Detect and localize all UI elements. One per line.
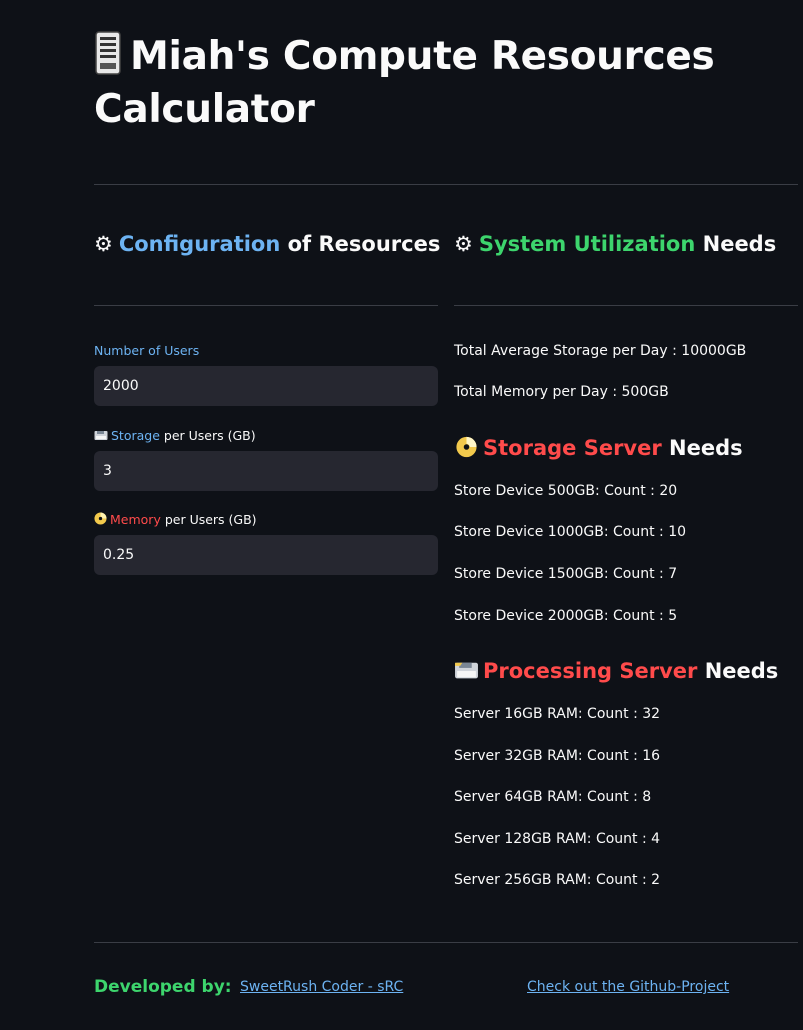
floppy-disk-icon [94, 431, 108, 440]
total-memory-text: Total Memory per Day : 500GB [454, 384, 669, 400]
server-ram-item: Server 256GB RAM: Count : 2 [454, 872, 661, 888]
page-title: Miah's Compute Resources Calculator [94, 30, 794, 136]
storage-server-heading: Storage Server Needs [454, 433, 743, 463]
floppy-disk-icon [455, 662, 478, 679]
server-ram-item: Server 16GB RAM: Count : 32 [454, 706, 661, 722]
total-storage-text: Total Average Storage per Day : 10000GB [454, 343, 747, 359]
storage-label: Storage per Users (GB) [94, 428, 256, 444]
storage-device-item: Store Device 1000GB: Count : 10 [454, 524, 687, 540]
memory-label: Memory per Users (GB) [94, 512, 257, 528]
processing-server-heading: Processing Server Needs [454, 656, 778, 686]
divider-top [94, 184, 798, 185]
storage-device-item: Store Device 500GB: Count : 20 [454, 483, 678, 499]
server-ram-item: Server 128GB RAM: Count : 4 [454, 831, 661, 847]
storage-input[interactable] [94, 451, 438, 491]
configuration-heading-rest: of Resources [287, 232, 441, 256]
storage-device-item: Store Device 2000GB: Count : 5 [454, 608, 678, 624]
configuration-heading-accent: Configuration [118, 232, 281, 256]
server-ram-item: Server 32GB RAM: Count : 16 [454, 748, 661, 764]
utilization-heading: ⚙ System Utilization Needs [454, 229, 776, 259]
developed-by-label: Developed by: [94, 977, 232, 997]
memory-input[interactable] [94, 535, 438, 575]
author-link[interactable]: SweetRush Coder - sRC [240, 977, 403, 997]
optical-disc-icon [94, 512, 107, 525]
utilization-heading-rest: Needs [702, 232, 777, 256]
divider-left [94, 305, 438, 306]
divider-right [454, 305, 798, 306]
server-ram-item: Server 64GB RAM: Count : 8 [454, 789, 652, 805]
desktop-tower-icon [95, 31, 121, 75]
github-project-link[interactable]: Check out the Github-Project [527, 977, 729, 997]
gear-icon: ⚙ [94, 232, 113, 256]
storage-device-item: Store Device 1500GB: Count : 7 [454, 566, 678, 582]
app-page: Miah's Compute Resources Calculator ⚙ Con… [0, 0, 803, 1030]
users-input[interactable] [94, 366, 438, 406]
users-label: Number of Users [94, 343, 200, 358]
configuration-heading: ⚙ Configuration of Resources [94, 229, 440, 259]
utilization-heading-accent: System Utilization [478, 232, 696, 256]
optical-disc-icon [456, 436, 477, 458]
gear-icon: ⚙ [454, 232, 473, 256]
divider-footer [94, 942, 798, 943]
page-title-text: Miah's Compute Resources Calculator [94, 34, 715, 132]
